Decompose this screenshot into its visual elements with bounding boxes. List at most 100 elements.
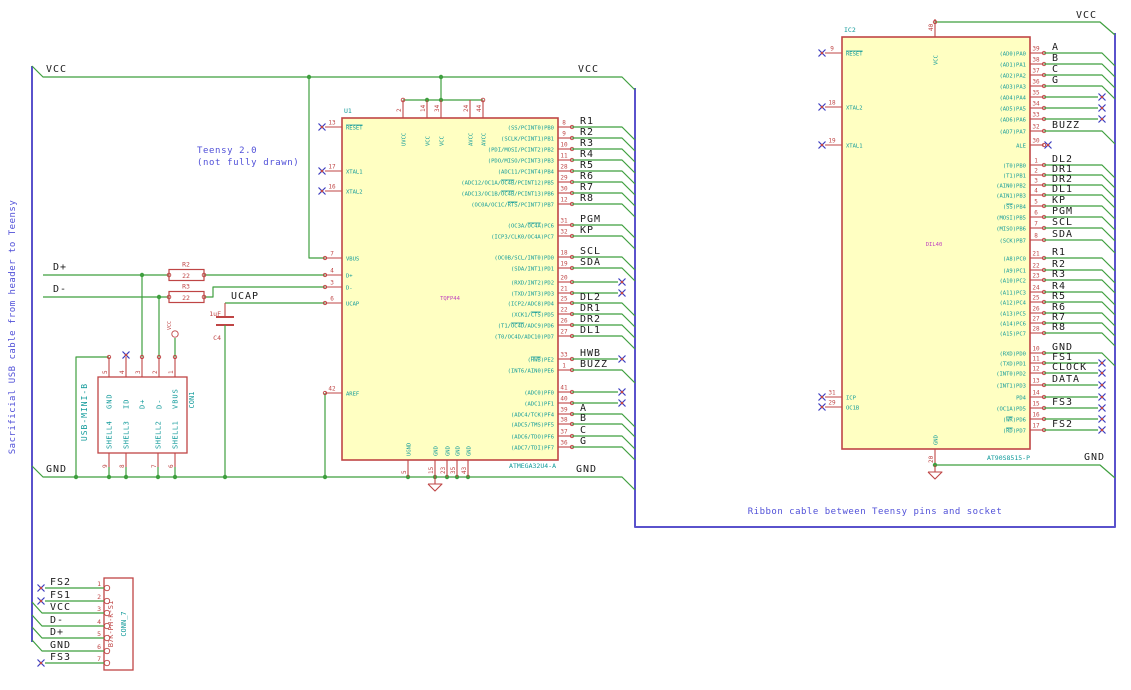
vbus-wire: [308, 77, 325, 259]
net-label: FS3: [1052, 397, 1073, 408]
conn7-net-label: GND: [50, 640, 71, 651]
pin-name: (AD0)PA0: [1000, 51, 1027, 57]
pin-end-dot: [1100, 117, 1104, 121]
conn7-net-label: FS1: [50, 590, 71, 601]
pin-name: (AD6)PA6: [1000, 117, 1027, 123]
pin-name: (A8)PC0: [1003, 256, 1026, 262]
pin-name: (OC0B/SCL/INT0)PD0: [494, 255, 554, 261]
pin-name: VCC: [934, 55, 940, 65]
pin-name: (PDO/MISO/PCINT3)PB3: [488, 158, 554, 164]
pin-number: 38: [560, 417, 568, 424]
pin-name: (T1)PB1: [1003, 173, 1026, 179]
net-label: R5: [1052, 291, 1066, 302]
pin-name: (PDI/MOSI/PCINT2)PB2: [488, 147, 554, 153]
pin-name: UGND: [407, 443, 413, 456]
pin-number: 11: [560, 153, 568, 160]
pin-end-dot: [39, 586, 43, 590]
resistor-value: 22: [182, 272, 190, 280]
net-label: CLOCK: [1052, 362, 1087, 373]
con1-pin-number: 3: [135, 370, 142, 374]
conn7-pin-number: 4: [97, 618, 101, 626]
net-label: KP: [580, 225, 594, 236]
pin-number: 13: [328, 120, 336, 127]
net-label: G: [580, 436, 587, 447]
pin-number: 10: [560, 142, 568, 149]
net-label-dplus: D+: [53, 262, 67, 273]
pin-name: (ADC0)PF0: [524, 390, 554, 396]
con1-pin-number: 9: [102, 464, 109, 468]
pin-name: (XCK1/CTS)PD5: [511, 312, 554, 318]
pin-end-dot: [1100, 395, 1104, 399]
pin-number: 12: [560, 197, 568, 204]
pin-number: 18: [560, 250, 568, 257]
pin-number: 35: [450, 466, 457, 474]
pin-number: 28: [1032, 326, 1040, 333]
pin-end-dot: [1100, 383, 1104, 387]
pin-number: 11: [1032, 356, 1040, 363]
pin-number: 31: [560, 218, 568, 225]
pin-end-dot: [39, 599, 43, 603]
schematic-svg: Teensy 2.0 (not fully drawn) Ribbon cable …: [8, 10, 1116, 671]
vcc-power-symbol: [171, 330, 179, 338]
net-label: A: [1052, 42, 1059, 53]
pin-number: 17: [1032, 423, 1040, 430]
net-label: DR1: [580, 303, 601, 314]
pin-wire: [572, 369, 636, 384]
pin-name: (A11)PC3: [1000, 290, 1027, 296]
pin-end-dot: [1100, 361, 1104, 365]
pin-name: D-: [346, 285, 353, 291]
pin-name: GND: [456, 446, 462, 456]
pin-number: 40: [560, 396, 568, 403]
pin-name: (ICP3/CLK0/OC4A)PC7: [491, 234, 554, 240]
pin-number: 22: [560, 307, 568, 314]
conn7-pad: [103, 584, 111, 592]
net-label: R8: [1052, 322, 1066, 333]
conn7-net-label: VCC: [50, 602, 71, 613]
pin-end-dot: [820, 105, 824, 109]
pin-name: (TXD/INT3)PD3: [511, 291, 554, 297]
pin-name: (INT0)PD2: [996, 371, 1026, 377]
vcc-power-symbol-label: VCC: [167, 321, 173, 330]
pin-name: (A13)PC5: [1000, 311, 1027, 317]
conn7-net-label: FS3: [50, 652, 71, 663]
con1-pin-name: VBUS: [172, 388, 180, 409]
net-label: DATA: [1052, 374, 1080, 385]
pin-name: (ADC11/PCINT4)PB4: [498, 169, 555, 175]
ic2-ref: IC2: [844, 26, 856, 34]
con1-pin-number: 8: [119, 464, 126, 468]
u1-ref: U1: [344, 107, 352, 115]
pin-number: 9: [562, 131, 566, 138]
pin-number: 1: [1034, 158, 1038, 165]
con1-pin-name: SHELL4: [106, 421, 114, 449]
con1-pin-number: 6: [168, 464, 175, 468]
pin-number: 30: [1032, 138, 1040, 145]
pin-name: AVCC: [469, 133, 475, 146]
pin-name: XTAL2: [846, 105, 863, 111]
conn7-pad: [103, 634, 111, 642]
pin-number: 22: [1032, 263, 1040, 270]
pin-name: (AD4)PA4: [1000, 95, 1027, 101]
pin-end-dot: [820, 395, 824, 399]
pin-name: (T0/OC4D/ADC10)PD7: [494, 334, 554, 340]
dminus-wire: [204, 286, 325, 298]
pin-name: (SS/PCINT0)PB0: [508, 125, 554, 131]
pin-number: 5: [1034, 199, 1038, 206]
con1-pin-name: GND: [106, 393, 114, 409]
net-label: R6: [580, 171, 594, 182]
pin-number: 39: [560, 407, 568, 414]
pin-name: GND: [934, 435, 940, 445]
pin-name: (ADC13/OC1B/OC4B/PCINT13)PB6: [461, 191, 554, 197]
net-label: C: [1052, 64, 1059, 75]
schematic-canvas[interactable]: Teensy 2.0 (not fully drawn) Ribbon cable …: [0, 0, 1131, 690]
pin-number: 4: [330, 268, 334, 275]
pin-number: 3: [1034, 178, 1038, 185]
pin-number: 40: [928, 23, 935, 31]
pin-number: 9: [830, 46, 834, 53]
net-label: R1: [580, 116, 594, 127]
pin-wire: [572, 446, 636, 461]
con1-pin-number: 7: [151, 464, 158, 468]
net-label-dminus: D-: [53, 284, 67, 295]
pin-end-dot: [820, 405, 824, 409]
conn7-net-label: D+: [50, 627, 64, 638]
net-label-vcc: VCC: [578, 64, 599, 75]
